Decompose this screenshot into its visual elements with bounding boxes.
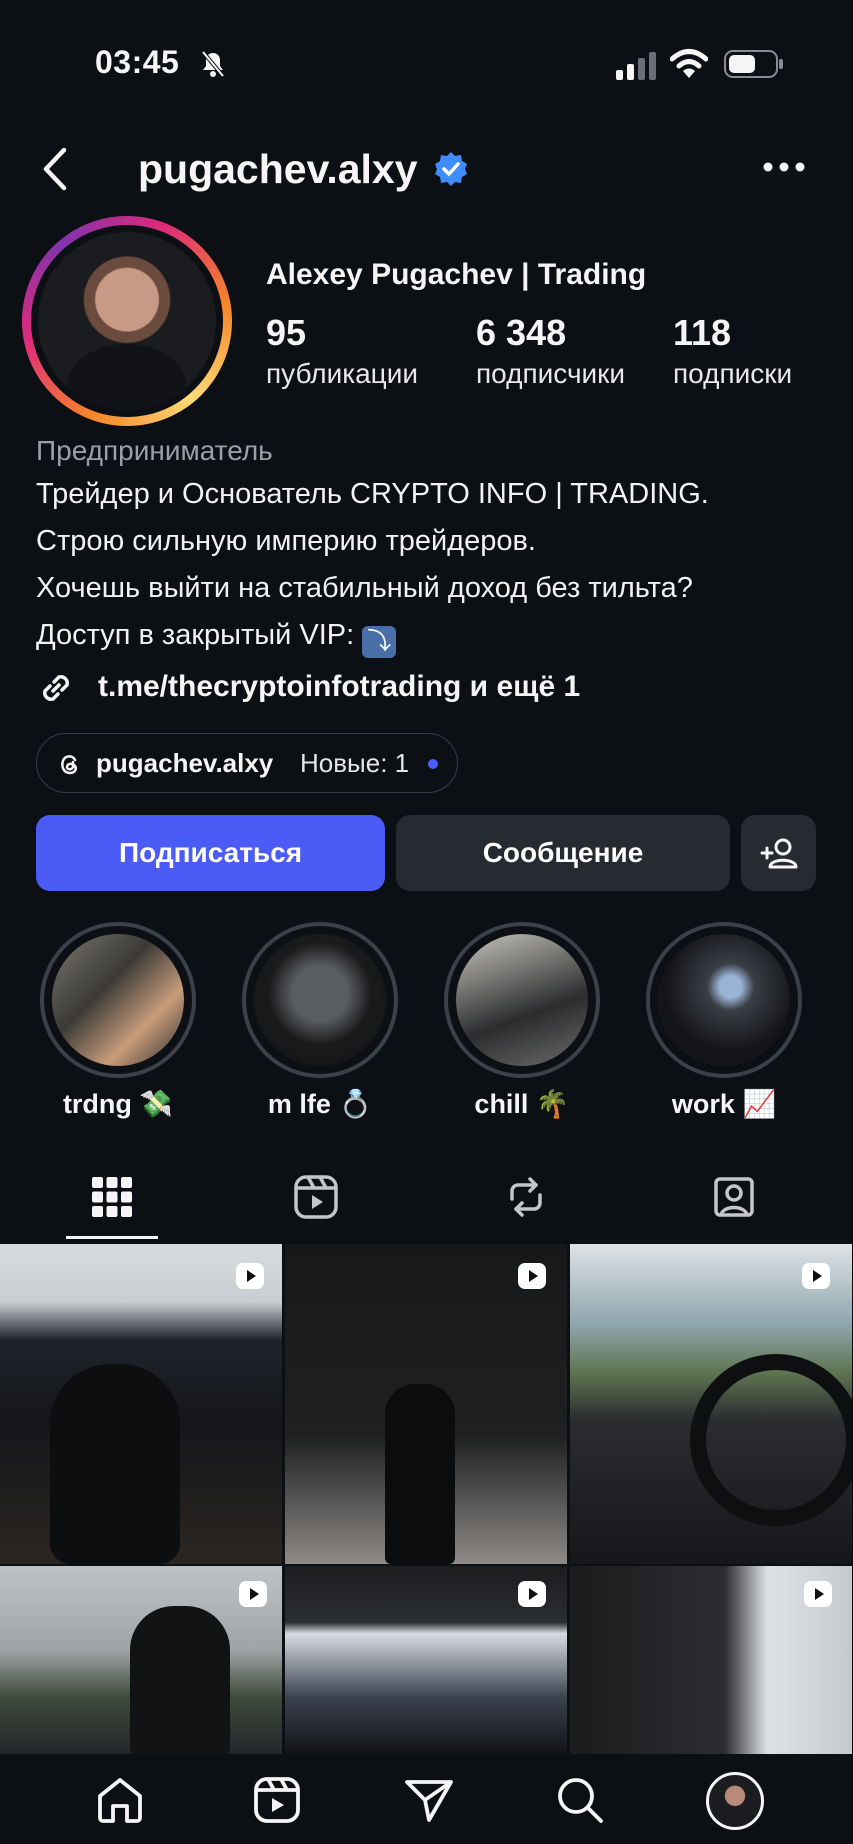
steering-wheel: [690, 1354, 852, 1526]
person-silhouette: [130, 1606, 230, 1754]
direct-message-icon[interactable]: [403, 1774, 455, 1826]
highlight-cover: [658, 934, 790, 1066]
reel-badge-icon: [518, 1263, 546, 1289]
link-icon: [43, 675, 69, 701]
highlight-cover: [52, 934, 184, 1066]
profile-username: pugachev.alxy: [138, 146, 418, 192]
reel-badge-icon: [518, 1581, 546, 1607]
back-icon[interactable]: [38, 146, 72, 192]
reels-icon[interactable]: [292, 1173, 340, 1221]
follow-button[interactable]: Подписаться: [36, 815, 385, 891]
suggest-users-button[interactable]: [741, 815, 816, 891]
post-tile[interactable]: [0, 1244, 282, 1564]
bio-line: Трейдер и Основатель CRYPTO INFO | TRADI…: [36, 478, 709, 510]
bell-muted-icon: [201, 50, 225, 78]
posts-count[interactable]: 95: [266, 312, 306, 354]
reels-nav-icon[interactable]: [251, 1774, 303, 1826]
home-icon[interactable]: [94, 1774, 146, 1826]
add-person-icon: [760, 838, 797, 869]
posts-label[interactable]: публикации: [266, 358, 418, 390]
reposts-icon[interactable]: [502, 1173, 550, 1221]
bio-line-vip: Доступ в закрытый VIP: ⤵: [36, 619, 397, 658]
followers-label[interactable]: подписчики: [476, 358, 625, 390]
search-icon[interactable]: [554, 1774, 606, 1826]
highlight-label: work 📈: [671, 1089, 777, 1119]
person-silhouette: [385, 1384, 455, 1564]
grid-icon[interactable]: [88, 1173, 136, 1221]
highlight-label: m lfe 💍: [267, 1089, 373, 1119]
threads-username: pugachev.alxy: [96, 748, 274, 778]
bio-line: Строю сильную империю трейдеров.: [36, 525, 536, 557]
person-silhouette: [50, 1364, 180, 1564]
profile-category: Предприниматель: [36, 435, 273, 466]
arrow-down-emoji: ⤵: [362, 626, 397, 658]
more-options-icon[interactable]: [762, 160, 806, 174]
bio-line: Хочешь выйти на стабильный доход без тил…: [36, 572, 693, 604]
followers-count[interactable]: 6 348: [476, 312, 566, 354]
highlight-cover: [254, 934, 386, 1066]
new-indicator-dot: [428, 759, 438, 769]
display-name: Alexey Pugachev | Trading: [266, 258, 647, 291]
battery-icon: [724, 50, 783, 78]
status-time: 03:45: [95, 44, 180, 80]
bio-line: Доступ в закрытый VIP:: [36, 619, 355, 651]
bio-link[interactable]: t.me/thecryptoinfotrading и ещё 1: [98, 670, 580, 704]
highlight-cover: [456, 934, 588, 1066]
profile-nav-avatar[interactable]: [706, 1772, 764, 1830]
reel-badge-icon: [802, 1263, 830, 1289]
tagged-icon[interactable]: [710, 1173, 758, 1221]
following-count[interactable]: 118: [673, 312, 731, 354]
message-button[interactable]: Сообщение: [396, 815, 730, 891]
profile-avatar[interactable]: [38, 232, 216, 410]
threads-icon: [61, 755, 78, 775]
post-tile[interactable]: [570, 1244, 852, 1564]
following-label[interactable]: подписки: [673, 358, 792, 390]
wifi-icon: [670, 49, 708, 78]
active-tab-indicator: [66, 1236, 158, 1239]
reel-badge-icon: [804, 1581, 832, 1607]
post-tile[interactable]: [285, 1244, 567, 1564]
highlight-label: chill 🌴: [474, 1089, 570, 1119]
reel-badge-icon: [239, 1581, 267, 1607]
highlight-label: trdng 💸: [62, 1089, 174, 1119]
verified-badge-icon: [435, 152, 467, 186]
threads-new-label: Новые: 1: [300, 748, 410, 778]
reel-badge-icon: [236, 1263, 264, 1289]
signal-icon: [616, 52, 656, 80]
